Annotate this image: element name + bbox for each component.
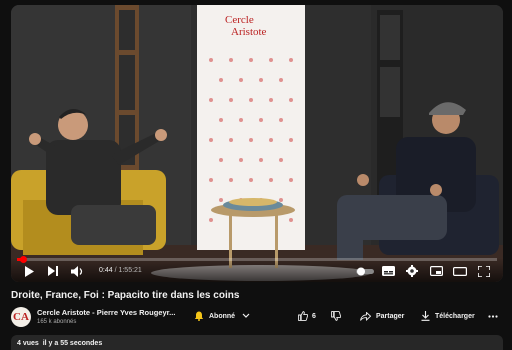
dislike-button[interactable] bbox=[331, 307, 341, 325]
thumbs-down-icon bbox=[331, 311, 341, 321]
autoplay-toggle-icon[interactable] bbox=[355, 263, 375, 279]
like-count: 6 bbox=[312, 312, 316, 320]
subscriber-count: 165 k abonnés bbox=[37, 319, 77, 325]
miniplayer-icon[interactable] bbox=[427, 263, 445, 279]
channel-name[interactable]: Cercle Aristote - Pierre Yves Rougeyr... bbox=[37, 308, 175, 317]
progress-bar[interactable] bbox=[17, 256, 497, 263]
banner-line2: Aristote bbox=[231, 26, 267, 38]
banner-line1: Cercle bbox=[225, 14, 254, 26]
bell-icon bbox=[194, 311, 204, 321]
video-title: Droite, France, Foi : Papacito tire dans… bbox=[11, 290, 240, 301]
next-icon[interactable] bbox=[45, 263, 61, 279]
share-button[interactable]: Partager bbox=[360, 307, 404, 325]
volume-icon[interactable] bbox=[69, 263, 85, 279]
avatar-letters: CA bbox=[13, 311, 29, 323]
download-label: Télécharger bbox=[435, 312, 475, 320]
time-total: 1:55:21 bbox=[118, 267, 142, 274]
like-button[interactable]: 6 bbox=[298, 307, 316, 325]
more-actions-button[interactable] bbox=[488, 307, 498, 325]
video-player[interactable]: Cercle Aristote 0:44 / 1:55:21 bbox=[11, 5, 503, 282]
channel-avatar[interactable]: CA bbox=[11, 307, 31, 327]
subtitles-icon[interactable] bbox=[379, 263, 397, 279]
subscribed-button[interactable]: Abonné bbox=[194, 307, 250, 325]
settings-icon[interactable] bbox=[403, 263, 421, 279]
share-icon bbox=[360, 311, 371, 321]
download-icon bbox=[421, 311, 430, 321]
share-label: Partager bbox=[376, 312, 405, 320]
time-display: 0:44 / 1:55:21 bbox=[99, 267, 142, 274]
description-box[interactable]: 4 vues il y a 55 secondes bbox=[11, 335, 503, 350]
time-current: 0:44 bbox=[99, 267, 113, 274]
fullscreen-icon[interactable] bbox=[475, 263, 493, 279]
scrubber-handle[interactable] bbox=[19, 256, 27, 263]
chevron-down-icon bbox=[242, 313, 250, 318]
more-horizontal-icon bbox=[488, 314, 498, 318]
thumbs-up-icon bbox=[298, 311, 308, 321]
subscribed-label: Abonné bbox=[209, 312, 236, 320]
upload-age: il y a 55 secondes bbox=[42, 340, 103, 347]
theater-icon[interactable] bbox=[451, 263, 469, 279]
play-icon[interactable] bbox=[21, 263, 37, 279]
download-button[interactable]: Télécharger bbox=[421, 307, 475, 325]
video-frame: Cercle Aristote bbox=[11, 5, 503, 282]
view-count: 4 vues bbox=[17, 340, 39, 347]
